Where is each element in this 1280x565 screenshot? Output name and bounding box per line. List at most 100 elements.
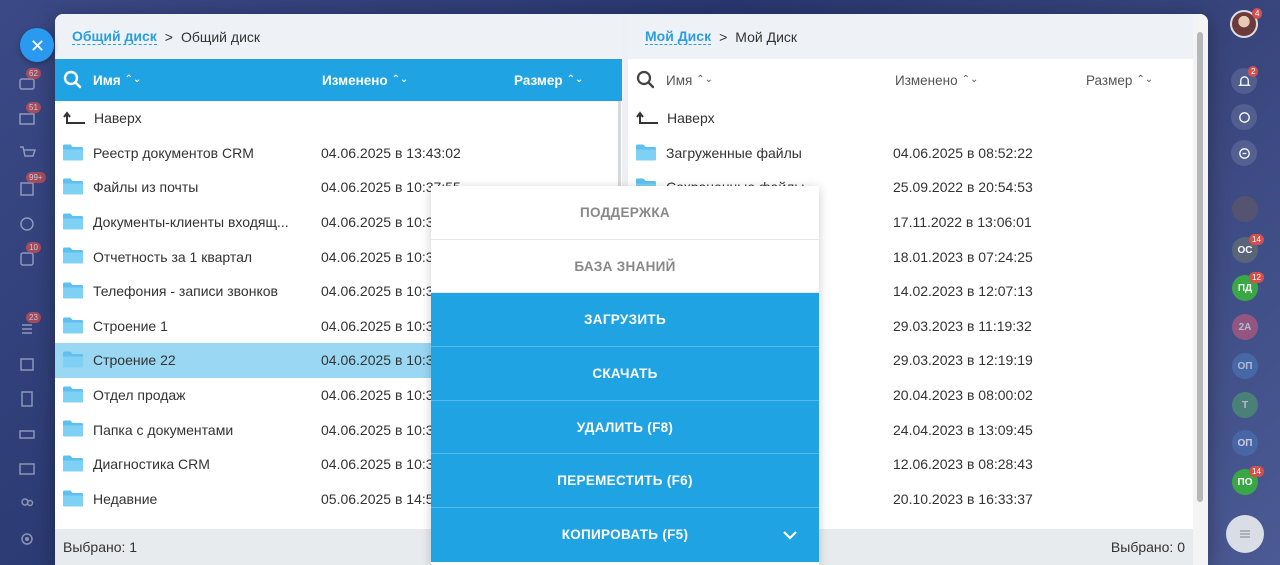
folder-name: Документы-клиенты входящ... [93,214,289,231]
contact-avatar[interactable]: Т [1232,392,1258,418]
folder-row[interactable]: Реестр документов CRM 04.06.2025 в 13:43:… [55,136,622,171]
column-modified-label: Изменено [895,72,958,88]
scrollbar[interactable] [1193,14,1208,565]
modified-date: 18.01.2023 в 07:24:25 [893,248,1033,265]
menu-item-delete[interactable]: УДАЛИТЬ (F8) [431,400,819,455]
modified-date: 04.06.2025 в 08:52:22 [893,144,1033,161]
sort-icon: ⌃⌄ [696,74,714,85]
breadcrumb-current: Общий диск [180,28,261,45]
menu-item-support[interactable]: ПОДДЕРЖКА [431,186,819,240]
folder-name: Отдел продаж [93,387,186,404]
sort-by-size[interactable]: Размер ⌃⌄ [514,73,583,88]
menu-item-knowledge-base[interactable]: БАЗА ЗНАНИЙ [431,239,819,294]
contact-badge: 14 [1249,466,1264,477]
up-row[interactable]: Наверх [628,101,1193,136]
folder-name: Телефония - записи звонков [93,283,278,300]
sort-icon: ⌃⌄ [124,74,142,85]
folder-name: Диагностика CRM [93,456,210,473]
modified-date: 04.06.2025 в 13:43:02 [321,144,461,161]
back-arrow-icon [63,111,85,124]
folder-name: Недавние [93,490,158,507]
selected-count: Выбрано: 1 [63,539,138,555]
menu-label: ЗАГРУЗИТЬ [584,312,666,328]
close-button[interactable] [20,28,54,62]
menu-item-copy[interactable]: КОПИРОВАТЬ (F5) [431,508,819,562]
up-row[interactable]: Наверх [55,101,622,136]
avatar-initials: ПД [1237,282,1253,294]
modified-date: 24.04.2023 в 13:09:45 [893,421,1033,438]
column-header: Имя ⌃⌄ Изменено ⌃⌄ Размер ⌃⌄ [55,59,622,101]
document-icon [18,390,40,412]
search-chat-icon[interactable] [1231,140,1257,166]
breadcrumb-separator: > [719,28,728,45]
sidebar-badge: 23 [26,312,41,323]
sort-by-name[interactable]: Имя ⌃⌄ [93,73,141,88]
cart-icon [18,144,40,166]
background-sidebar: 62 51 99+ 10 23 [0,0,55,565]
menu-item-move[interactable]: ПЕРЕМЕСТИТЬ (F6) [431,454,819,509]
up-label: Наверх [94,110,142,127]
search-icon[interactable] [636,70,655,89]
search-icon[interactable] [63,70,82,89]
calendar-icon [18,355,40,377]
folder-icon [63,455,83,472]
modified-date: 04.06.2025 в 10:38 [321,421,442,438]
sort-icon: ⌃⌄ [566,74,584,85]
modified-date: 04.06.2025 в 10:38 [321,352,442,369]
scrollbar-thumb[interactable] [1197,32,1203,502]
sort-by-size[interactable]: Размер ⌃⌄ [1086,73,1153,88]
close-icon [31,39,43,51]
sort-by-modified[interactable]: Изменено ⌃⌄ [895,73,978,88]
folder-name: Загруженные файлы [666,144,802,161]
rail-badge: 4 [1252,8,1263,19]
breadcrumb-current: Мой Диск [735,28,798,45]
folder-name: Файлы из почты [93,179,199,196]
column-size-label: Размер [514,72,563,88]
menu-lines-icon [1240,530,1250,538]
contact-avatar[interactable]: ОП [1232,353,1258,379]
list-icon [18,320,40,342]
contact-badge: 14 [1249,234,1264,245]
contact-avatar[interactable]: 2А [1232,314,1258,340]
folder-icon [63,213,83,230]
contact-avatar[interactable]: ОП [1232,430,1258,456]
modified-date: 04.06.2025 в 10:38 [321,317,442,334]
modified-date: 29.03.2023 в 11:19:32 [893,317,1032,334]
folder-icon [636,144,656,161]
breadcrumb-link[interactable]: Общий диск [72,28,157,45]
column-name-label: Имя [666,72,693,88]
avatar-initials: ОП [1237,360,1253,372]
context-menu: ПОДДЕРЖКА БАЗА ЗНАНИЙ ЗАГРУЗИТЬ СКАЧАТЬ … [431,186,819,565]
folder-icon [63,144,83,161]
avatar-initials: ОС [1237,244,1253,256]
menu-label: КОПИРОВАТЬ (F5) [561,527,689,543]
folder-icon [63,386,83,403]
column-header: Имя ⌃⌄ Изменено ⌃⌄ Размер ⌃⌄ [628,59,1193,101]
openai-icon[interactable] [1231,104,1257,130]
sort-by-name[interactable]: Имя ⌃⌄ [666,73,713,88]
modified-date: 04.06.2025 в 10:38 [321,214,442,231]
modified-date: 14.02.2023 в 12:07:13 [893,283,1033,300]
menu-label: СКАЧАТЬ [592,365,658,381]
chat-button[interactable] [1226,515,1264,553]
menu-label: ПЕРЕМЕСТИТЬ (F6) [557,473,693,489]
chevron-down-icon[interactable] [781,526,799,544]
folder-icon [63,247,83,264]
contact-avatar[interactable] [1232,196,1258,222]
folder-name: Реестр документов CRM [93,144,254,161]
avatar-initials: ОП [1237,437,1253,449]
menu-item-download[interactable]: СКАЧАТЬ [431,347,819,401]
sort-by-modified[interactable]: Изменено ⌃⌄ [322,73,408,88]
column-name-label: Имя [93,72,121,88]
sort-icon: ⌃⌄ [1136,74,1154,85]
breadcrumb: Мой Диск > Мой Диск [628,14,1193,59]
folder-icon [63,351,83,368]
folder-icon [63,420,83,437]
modified-date: 25.09.2022 в 20:54:53 [893,179,1033,196]
contact-badge: 12 [1249,272,1264,283]
breadcrumb-link[interactable]: Мой Диск [645,28,712,45]
modified-date: 05.06.2025 в 14:58 [321,490,442,507]
folder-row[interactable]: Загруженные файлы 04.06.2025 в 08:52:22 [628,136,1193,171]
menu-item-upload[interactable]: ЗАГРУЗИТЬ [431,293,819,348]
breadcrumb-separator: > [164,28,173,45]
